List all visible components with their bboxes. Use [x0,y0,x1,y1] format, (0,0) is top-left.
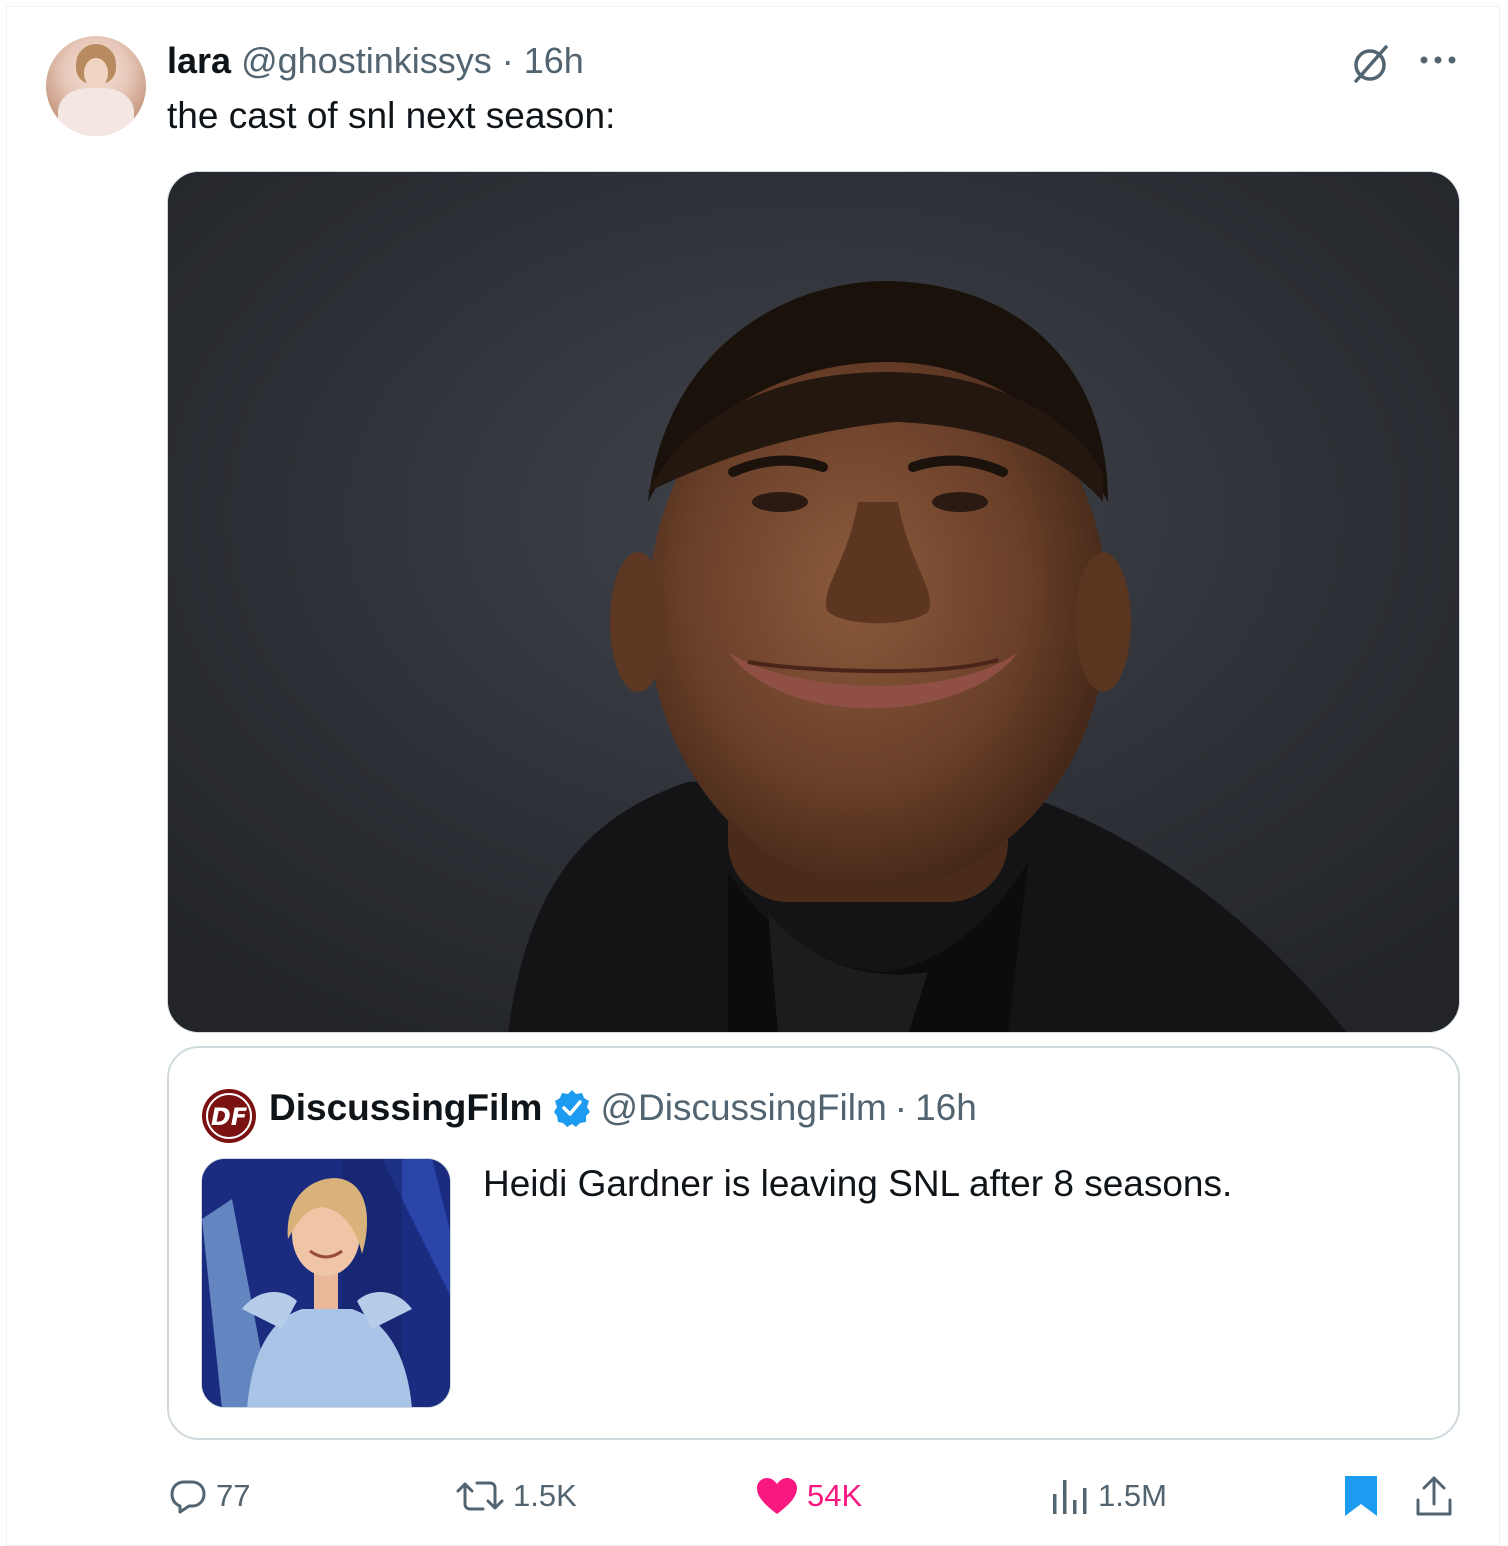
grok-icon[interactable] [1348,42,1392,86]
svg-text:DF: DF [211,1103,248,1131]
quoted-tweet-text: Heidi Gardner is leaving SNL after 8 sea… [483,1163,1233,1204]
timestamp[interactable]: 16h [524,40,584,81]
quoted-author-handle[interactable]: @DiscussingFilm [600,1086,886,1130]
repost-button[interactable]: 1.5K [455,1474,577,1518]
tweet-media-photo[interactable] [167,171,1460,1033]
avatar[interactable] [46,36,146,136]
quoted-author-name[interactable]: DiscussingFilm [269,1086,542,1130]
quoted-tweet[interactable]: DF DiscussingFilm @DiscussingFilm · 16h … [167,1046,1460,1440]
views-icon [1053,1480,1087,1514]
discussingfilm-logo-icon[interactable]: DF [201,1088,257,1144]
views-count: 1.5M [1098,1478,1167,1513]
reply-button[interactable]: 77 [168,1474,250,1518]
author-name[interactable]: lara [167,40,231,81]
verified-icon [554,1090,591,1127]
bookmark-icon[interactable] [1343,1474,1379,1518]
quoted-timestamp[interactable]: 16h [915,1086,977,1130]
tweet-header: lara @ghostinkissys · 16h [167,40,584,82]
separator-dot: · [501,40,514,81]
heart-icon [757,1478,797,1514]
repost-icon [456,1481,504,1511]
share-icon[interactable] [1414,1474,1454,1518]
more-icon[interactable] [1418,48,1458,72]
views-button[interactable]: 1.5M [1050,1474,1167,1518]
repost-count: 1.5K [513,1478,577,1513]
portrait-photo [168,172,1459,1032]
like-count: 54K [807,1478,863,1513]
thumbnail-photo [202,1159,450,1407]
separator-dot: · [894,1087,908,1128]
quoted-tweet-thumbnail[interactable] [201,1158,451,1408]
like-button[interactable]: 54K [755,1474,862,1518]
author-handle[interactable]: @ghostinkissys [241,40,492,81]
quoted-tweet-header: DiscussingFilm @DiscussingFilm · 16h [269,1086,977,1130]
tweet-text: the cast of snl next season: [167,95,616,136]
reply-icon [170,1480,206,1514]
reply-count: 77 [216,1478,251,1513]
